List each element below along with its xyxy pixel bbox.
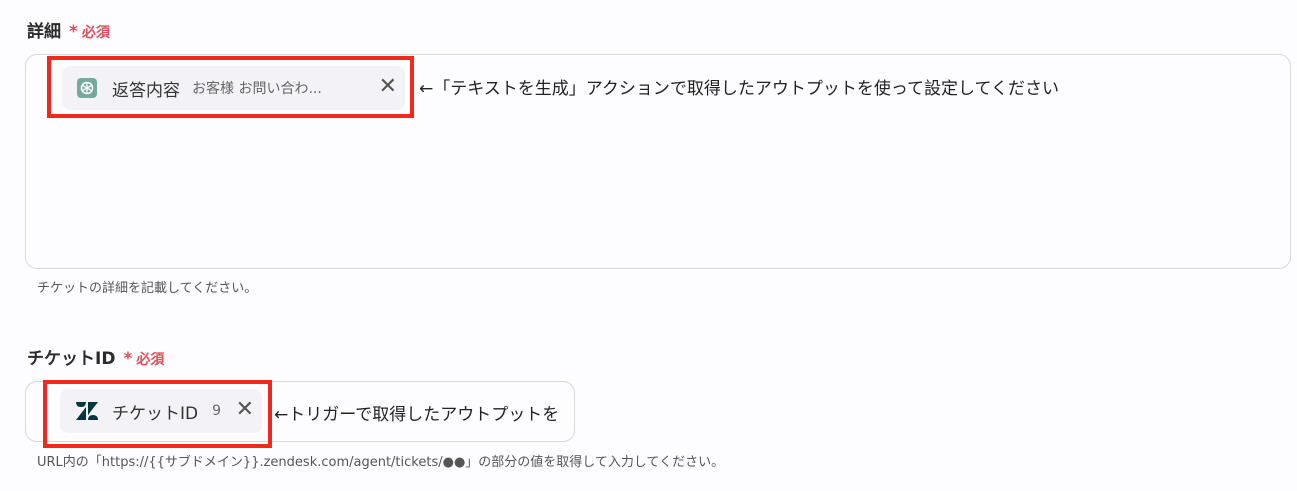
chip-label: チケットID [112, 403, 199, 424]
ticket-id-annotation: ←トリガーで取得したアウトプットを [274, 405, 560, 425]
ticket-id-help-text: URL内の「https://{{サブドメイン}}.zendesk.com/age… [37, 455, 725, 470]
ticket-id-output-chip[interactable]: チケットID 9 ✕ [60, 389, 262, 433]
zendesk-icon [76, 400, 98, 422]
chip-label: 返答内容 [112, 80, 180, 101]
details-label: 詳細 * 必須 [27, 17, 110, 42]
ticket-id-label-text: チケットID [27, 349, 116, 369]
details-annotation: ←「テキストを生成」アクションで取得したアウトプットを使って設定してください [419, 79, 1060, 99]
required-badge: 必須 [81, 25, 110, 41]
details-help-text: チケットの詳細を記載してください。 [37, 281, 258, 296]
ticket-id-label: チケットID * 必須 [27, 344, 164, 369]
required-star: * [69, 22, 78, 42]
required-star: * [123, 349, 133, 369]
openai-icon [76, 77, 98, 99]
close-icon[interactable]: ✕ [379, 76, 397, 98]
required-badge: 必須 [136, 352, 165, 368]
details-output-chip[interactable]: 返答内容 お客様 お問い合わ... ✕ [62, 66, 405, 110]
close-icon[interactable]: ✕ [236, 399, 254, 421]
details-label-text: 詳細 [27, 22, 61, 42]
chip-preview: お客様 お問い合わ... [192, 81, 322, 97]
chip-value: 9 [212, 403, 222, 419]
